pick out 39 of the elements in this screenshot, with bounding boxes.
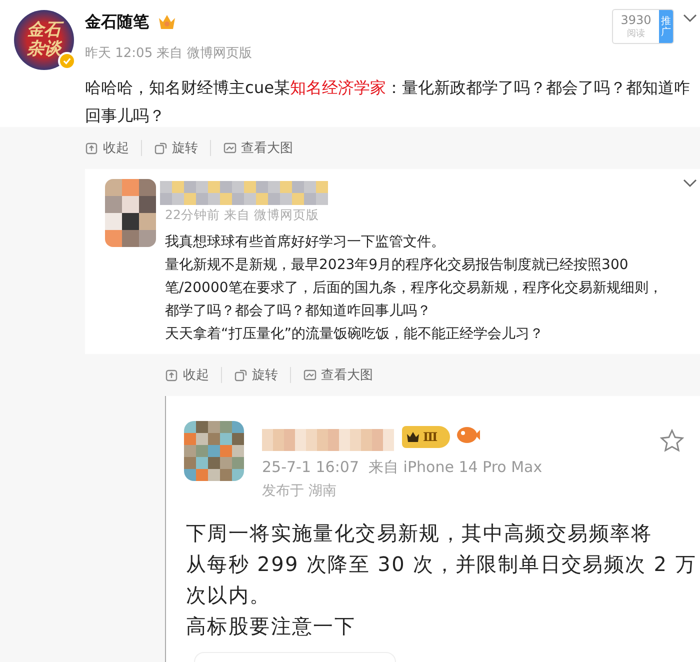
read-label: 阅读 bbox=[627, 28, 645, 40]
post-meta: 25-7-1 16:07 来自 iPhone 14 Pro Max bbox=[262, 458, 542, 477]
location-text: 发布于 湖南 bbox=[262, 482, 336, 500]
rotate-icon bbox=[154, 141, 168, 155]
post-text-line: 下周一将实施量化交易新规，其中高频交易频率将 bbox=[186, 520, 654, 547]
star-icon[interactable] bbox=[660, 429, 684, 452]
rotate-button[interactable]: 旋转 bbox=[234, 366, 290, 384]
crown-icon bbox=[406, 431, 420, 443]
picture-icon bbox=[303, 368, 317, 382]
post-text-line: 高标股要注意一下 bbox=[186, 613, 357, 640]
read-count-box[interactable]: 3930 阅读 推广 bbox=[612, 9, 674, 44]
level-badge: Ⅲ bbox=[402, 426, 450, 448]
collapse-icon bbox=[165, 368, 179, 382]
collapse-button[interactable]: 收起 bbox=[165, 366, 221, 384]
picture-icon bbox=[223, 141, 237, 155]
post-text-line: 从每秒 299 次降至 30 次，并限制单日交易频次 2 万 bbox=[186, 551, 696, 578]
crown-icon bbox=[158, 14, 176, 30]
chevron-down-icon[interactable] bbox=[683, 14, 697, 23]
post-text: 哈哈哈，知名财经博主cue某知名经济学家：量化新政都学了吗？都会了吗？都知道咋回事儿吗？ bbox=[85, 77, 692, 127]
rotate-icon bbox=[234, 368, 248, 382]
enlarge-button[interactable]: 查看大图 bbox=[303, 366, 385, 384]
chevron-down-icon[interactable] bbox=[683, 179, 697, 188]
repost-text-line: 我真想球球有些首席好好学习一下监管文件。 bbox=[165, 233, 446, 252]
post-meta: 昨天 12:05 来自 微博网页版 bbox=[85, 45, 252, 62]
collapse-icon bbox=[85, 141, 99, 155]
rotate-button[interactable]: 旋转 bbox=[154, 139, 210, 157]
enlarge-button[interactable]: 查看大图 bbox=[223, 139, 305, 157]
post-text-line: 次以内。 bbox=[186, 582, 272, 609]
collapse-button[interactable]: 收起 bbox=[85, 139, 141, 157]
read-count: 3930 bbox=[620, 13, 652, 27]
repost-text-line: 量化新规不是新规，最早2023年9月的程序化交易报告制度就已经按照300 bbox=[165, 256, 630, 275]
repost-text-line: 笔/20000笔在要求了，后面的国九条，程序化交易新规，程序化交易新规细则， bbox=[165, 279, 662, 298]
repost-text-line: 都学了吗？都会了吗？都知道咋回事儿吗？ bbox=[165, 302, 432, 321]
author-name[interactable]: 金石随笔 bbox=[85, 12, 149, 33]
repost-meta: 22分钟前 来自 微博网页版 bbox=[165, 207, 319, 224]
fish-icon bbox=[456, 425, 480, 445]
logo-text: 杂谈 bbox=[27, 40, 61, 59]
avatar-logo[interactable]: 金石 杂谈 bbox=[14, 10, 74, 70]
repost-text-line: 天天拿着“打压量化”的流量饭碗吃饭，能不能正经学会儿习？ bbox=[165, 325, 545, 344]
